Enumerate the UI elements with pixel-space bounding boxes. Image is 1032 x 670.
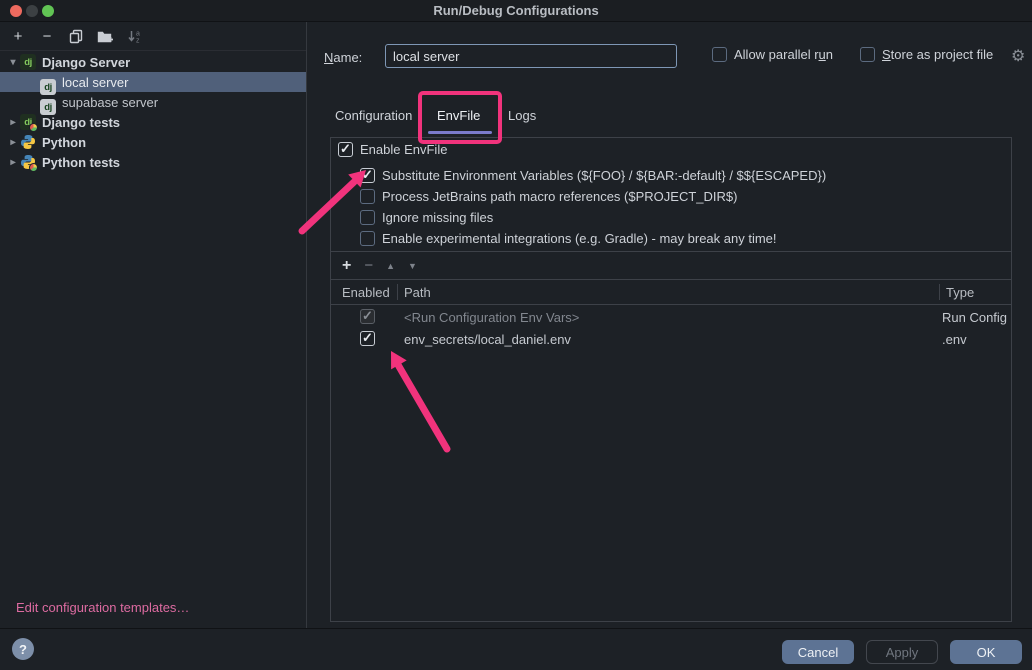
run-debug-configurations-dialog: Run/Debug Configurations + − <box>0 0 1032 670</box>
tree-item-python-tests[interactable]: ▸ Python tests <box>0 152 306 172</box>
help-button[interactable]: ? <box>12 638 34 660</box>
experimental-integrations-option: Enable experimental integrations (e.g. G… <box>360 231 777 246</box>
add-configuration-icon[interactable]: + <box>10 28 26 44</box>
allow-parallel-run-checkbox[interactable] <box>712 47 727 62</box>
column-separator <box>939 284 940 300</box>
tree-item-python[interactable]: ▸ Python <box>0 132 306 152</box>
name-input[interactable] <box>385 44 677 68</box>
tree-item-django-tests[interactable]: ▸ dj Django tests <box>0 112 306 132</box>
tree-item-label: Django Server <box>42 55 130 70</box>
tree-item-label: Django tests <box>42 115 120 130</box>
experimental-integrations-checkbox[interactable] <box>360 231 375 246</box>
divider <box>331 304 1011 305</box>
env-files-table-toolbar: + − ▲ ▼ <box>331 252 1011 279</box>
python-icon <box>20 134 36 150</box>
tests-pie-icon <box>29 163 38 172</box>
row-enabled-checkbox[interactable] <box>360 331 375 346</box>
chevron-right-icon[interactable]: ▸ <box>6 157 20 168</box>
python-tests-icon <box>20 154 36 170</box>
selected-tab-underline <box>428 131 492 134</box>
move-down-icon[interactable]: ▼ <box>408 261 417 271</box>
enable-envfile-checkbox[interactable] <box>338 142 353 157</box>
column-header-type[interactable]: Type <box>946 285 974 300</box>
ignore-missing-files-checkbox[interactable] <box>360 210 375 225</box>
column-header-path[interactable]: Path <box>404 285 431 300</box>
enable-envfile-label: Enable EnvFile <box>360 142 447 157</box>
dialog-title: Run/Debug Configurations <box>0 0 1032 22</box>
remove-env-file-icon[interactable]: − <box>364 257 373 274</box>
allow-parallel-run-label: Allow parallel run <box>734 47 833 62</box>
cancel-button[interactable]: Cancel <box>782 640 854 664</box>
copy-configuration-icon[interactable] <box>68 28 84 44</box>
dialog-footer: ? Cancel Apply OK <box>0 628 1032 670</box>
tree-item-label: Python tests <box>42 155 120 170</box>
tree-item-django-server[interactable]: ▾ dj Django Server <box>0 52 306 72</box>
process-path-macro-option: Process JetBrains path macro references … <box>360 189 737 204</box>
sidebar-toolbar: + − a z <box>0 22 306 51</box>
ignore-missing-files-label: Ignore missing files <box>382 210 493 225</box>
tab-envfile[interactable]: EnvFile <box>437 108 480 123</box>
enable-envfile-option: Enable EnvFile <box>338 142 447 157</box>
process-path-macro-label: Process JetBrains path macro references … <box>382 189 737 204</box>
substitute-env-vars-checkbox[interactable] <box>360 168 375 183</box>
env-file-type: .env <box>942 332 967 347</box>
new-folder-icon[interactable] <box>97 28 113 44</box>
store-as-project-file-option: Store as project file <box>860 47 993 62</box>
experimental-integrations-label: Enable experimental integrations (e.g. G… <box>382 231 777 246</box>
django-icon: dj <box>20 54 36 70</box>
tree-item-label: Python <box>42 135 86 150</box>
env-file-path[interactable]: env_secrets/local_daniel.env <box>404 332 571 347</box>
ok-button[interactable]: OK <box>950 640 1022 664</box>
chevron-right-icon[interactable]: ▸ <box>6 137 20 148</box>
name-label: Name: <box>324 50 362 65</box>
django-icon: dj <box>40 94 56 110</box>
divider <box>331 279 1011 280</box>
edit-configuration-templates-link[interactable]: Edit configuration templates… <box>16 600 189 615</box>
column-header-enabled[interactable]: Enabled <box>342 285 390 300</box>
tree-item-label: local server <box>62 75 128 90</box>
tree-item-local-server[interactable]: dj local server <box>0 72 306 92</box>
apply-button[interactable]: Apply <box>866 640 938 664</box>
env-file-type: Run Config <box>942 310 1007 325</box>
tests-pie-icon <box>29 123 38 132</box>
configurations-tree: ▾ dj Django Server dj local server dj su… <box>0 51 306 172</box>
svg-text:z: z <box>136 37 140 44</box>
chevron-right-icon[interactable]: ▸ <box>6 117 20 128</box>
move-up-icon[interactable]: ▲ <box>386 261 395 271</box>
substitute-env-vars-option: Substitute Environment Variables (${FOO}… <box>360 168 826 183</box>
env-file-path[interactable]: <Run Configuration Env Vars> <box>404 310 579 325</box>
remove-configuration-icon[interactable]: − <box>39 28 55 44</box>
allow-parallel-run-option: Allow parallel run <box>712 47 833 62</box>
store-as-project-file-label: Store as project file <box>882 47 993 62</box>
gear-icon[interactable]: ⚙ <box>1011 46 1025 66</box>
title-bar: Run/Debug Configurations <box>0 0 1032 22</box>
tree-item-supabase-server[interactable]: dj supabase server <box>0 92 306 112</box>
svg-text:a: a <box>136 30 140 37</box>
django-tests-icon: dj <box>20 114 36 130</box>
django-icon: dj <box>40 74 56 90</box>
process-path-macro-checkbox[interactable] <box>360 189 375 204</box>
configurations-sidebar: + − a z <box>0 22 307 628</box>
ignore-missing-files-option: Ignore missing files <box>360 210 493 225</box>
tree-item-label: supabase server <box>62 95 158 110</box>
row-enabled-checkbox <box>360 309 375 324</box>
column-separator <box>397 284 398 300</box>
envfile-tab-panel: Enable EnvFile Substitute Environment Va… <box>330 137 1012 622</box>
tab-configuration[interactable]: Configuration <box>335 108 412 123</box>
add-env-file-icon[interactable]: + <box>342 257 351 275</box>
substitute-env-vars-label: Substitute Environment Variables (${FOO}… <box>382 168 826 183</box>
tab-logs[interactable]: Logs <box>508 108 536 123</box>
chevron-down-icon[interactable]: ▾ <box>6 57 20 68</box>
store-as-project-file-checkbox[interactable] <box>860 47 875 62</box>
sort-alphabetically-icon[interactable]: a z <box>126 28 142 44</box>
